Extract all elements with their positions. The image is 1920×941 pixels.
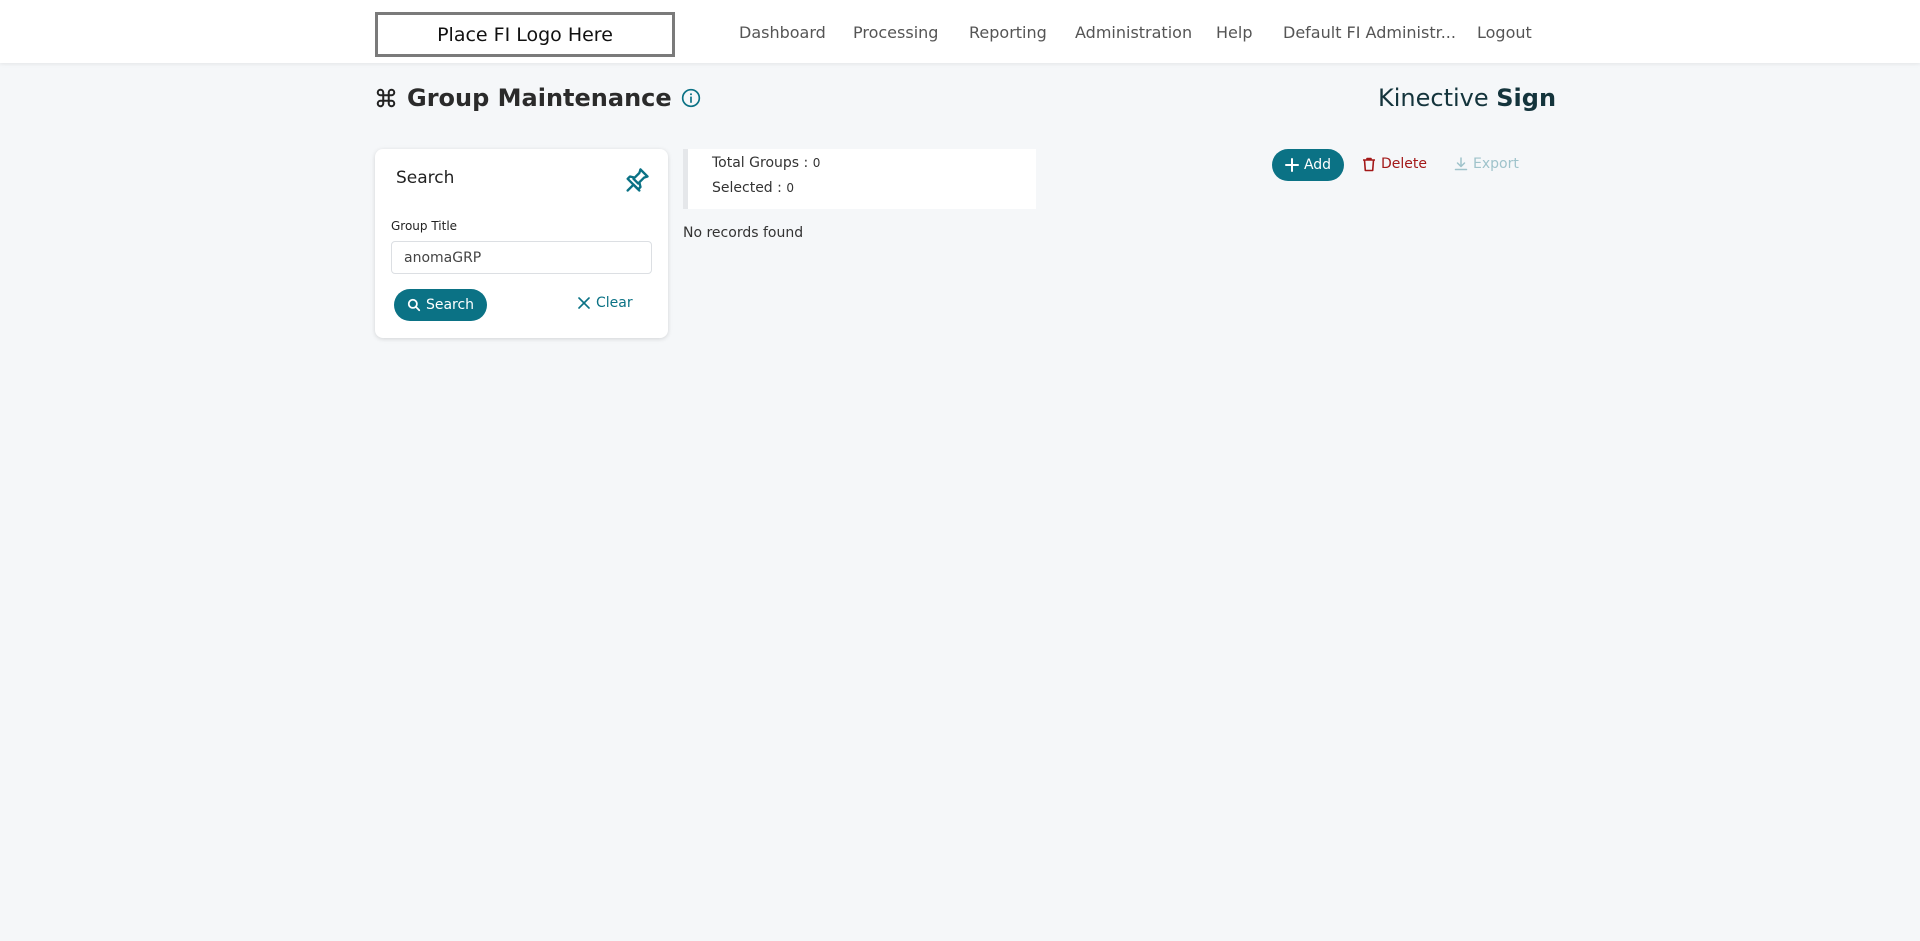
search-button[interactable]: Search — [394, 289, 487, 321]
page-header: Group Maintenance — [375, 80, 701, 116]
nav-logout[interactable]: Logout — [1477, 23, 1532, 42]
nav-dashboard[interactable]: Dashboard — [739, 23, 826, 42]
search-button-label: Search — [425, 297, 475, 313]
add-button[interactable]: Add — [1272, 149, 1344, 181]
pin-icon[interactable] — [623, 166, 651, 198]
search-panel: Search Group Title Search Clear — [375, 149, 668, 338]
trash-icon — [1363, 157, 1375, 171]
nav-user-menu[interactable]: Default FI Administr... — [1283, 23, 1456, 42]
delete-button[interactable]: Delete — [1362, 156, 1427, 172]
total-groups-label: Total Groups : — [712, 155, 809, 171]
fi-logo-placeholder[interactable]: Place FI Logo Here — [375, 12, 675, 57]
export-button-label: Export — [1473, 156, 1519, 172]
nav-help[interactable]: Help — [1216, 23, 1252, 42]
plus-icon — [1284, 158, 1299, 172]
selected-value: 0 — [786, 181, 794, 195]
info-circle-icon[interactable] — [681, 88, 701, 108]
search-icon — [407, 298, 421, 312]
export-button[interactable]: Export — [1454, 156, 1519, 172]
selected-count: Selected : 0 — [712, 180, 794, 196]
brand-logo: Kinective Sign — [1378, 84, 1556, 112]
results-summary: Total Groups : 0 Selected : 0 — [683, 149, 1036, 209]
total-groups: Total Groups : 0 — [712, 155, 820, 171]
top-navigation-bar: Place FI Logo Here Dashboard Processing … — [0, 0, 1920, 63]
close-icon — [578, 297, 590, 309]
clear-button-label: Clear — [596, 295, 633, 311]
search-panel-title: Search — [396, 168, 455, 188]
brand-bold: Sign — [1496, 84, 1557, 112]
add-button-label: Add — [1303, 157, 1332, 173]
delete-button-label: Delete — [1381, 156, 1427, 172]
download-icon — [1454, 157, 1468, 171]
selected-label: Selected : — [712, 180, 782, 196]
nav-processing[interactable]: Processing — [853, 23, 938, 42]
empty-message: No records found — [683, 225, 804, 241]
page-title: Group Maintenance — [407, 84, 672, 112]
clear-button[interactable]: Clear — [578, 295, 633, 311]
logo-text: Place FI Logo Here — [437, 23, 613, 46]
total-groups-value: 0 — [812, 156, 821, 170]
group-title-label: Group Title — [391, 219, 458, 233]
brand-light: Kinective — [1378, 84, 1489, 112]
group-title-input[interactable] — [391, 241, 652, 274]
nav-administration[interactable]: Administration — [1075, 23, 1192, 42]
command-icon — [375, 87, 397, 109]
nav-reporting[interactable]: Reporting — [969, 23, 1047, 42]
